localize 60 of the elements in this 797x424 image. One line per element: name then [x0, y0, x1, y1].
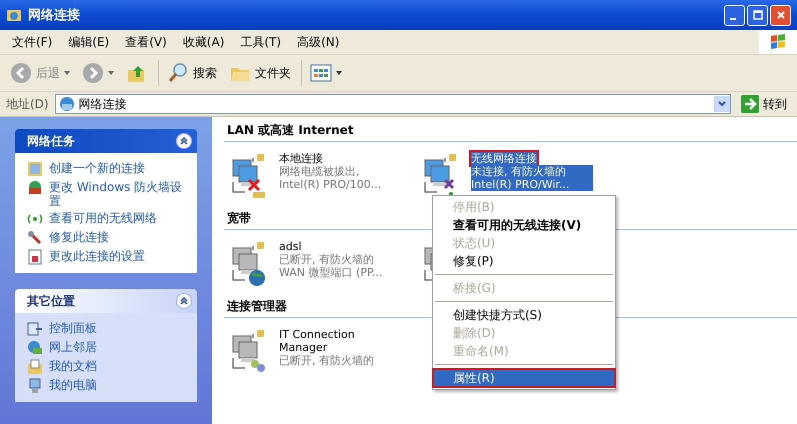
group-header: LAN 或高速 Internet: [224, 122, 797, 142]
windows-flag-icon: [768, 32, 788, 52]
minimize-button[interactable]: [724, 4, 745, 26]
panel-header[interactable]: 网络任务: [15, 129, 197, 153]
panel-header[interactable]: 其它位置: [15, 289, 197, 313]
connection-detail: Intel(R) PRO/100...: [279, 178, 382, 191]
task-link[interactable]: 查看可用的无线网络: [49, 211, 157, 225]
menu-item[interactable]: 文件(F): [4, 34, 60, 50]
address-field[interactable]: 网络连接: [54, 94, 731, 114]
task-link[interactable]: 更改 Windows 防火墙设置: [49, 180, 187, 208]
connection-name[interactable]: adsl: [279, 240, 302, 253]
right-arrow-icon: [741, 95, 759, 113]
connection-detail: 未连接, 有防火墙的: [471, 165, 593, 178]
dropdown-arrow-icon: [64, 71, 70, 75]
settings-document-icon: [27, 249, 43, 265]
computer-icon: [27, 378, 43, 394]
connection-detail: 已断开, 有防火墙的: [279, 354, 375, 367]
task-link[interactable]: 我的文档: [49, 359, 97, 373]
search-button[interactable]: 搜索: [163, 60, 221, 86]
maximize-icon: [752, 10, 762, 20]
connection-detail: WAN 微型端口 (PP...: [279, 266, 384, 279]
network-folder-icon: [6, 7, 22, 23]
globe-computer-icon: [27, 340, 43, 356]
close-button[interactable]: [770, 4, 791, 26]
window-title: 网络连接: [28, 6, 80, 24]
menu-item[interactable]: 工具(T): [232, 34, 290, 50]
menu-item[interactable]: 查看(V): [117, 34, 175, 50]
context-menu-item[interactable]: 修复(P): [433, 252, 615, 270]
context-menu-item[interactable]: 属性(R): [433, 369, 615, 387]
folders-button[interactable]: 文件夹: [225, 60, 302, 86]
menu-item[interactable]: 编辑(E): [60, 34, 118, 50]
maximize-button[interactable]: [747, 4, 768, 26]
menu-item[interactable]: 高级(N): [289, 34, 348, 50]
task-link[interactable]: 修复此连接: [49, 230, 109, 244]
task-link[interactable]: 控制面板: [49, 321, 97, 335]
address-label: 地址(D): [6, 96, 49, 112]
search-icon: [167, 62, 189, 84]
go-button[interactable]: 转到: [737, 95, 791, 113]
close-icon: [776, 10, 786, 20]
task-link[interactable]: 创建一个新的连接: [49, 161, 145, 175]
collapse-chevron-icon[interactable]: [176, 133, 192, 149]
dropdown-arrow-icon: [336, 71, 342, 75]
task-link[interactable]: 更改此连接的设置: [49, 249, 145, 263]
connection-detail: 已断开, 有防火墙的: [279, 253, 375, 266]
task-link[interactable]: 我的电脑: [49, 378, 97, 392]
documents-folder-icon: [27, 359, 43, 375]
collapse-chevron-icon[interactable]: [176, 293, 192, 309]
task-link[interactable]: 网上邻居: [49, 340, 97, 354]
menu-item[interactable]: 收藏(A): [174, 34, 232, 50]
network-globe-icon: [58, 96, 75, 112]
view-grid-icon: [310, 62, 332, 84]
connection-detail: 网络电缆被拔出,: [279, 165, 360, 178]
control-panel-icon: [27, 321, 43, 337]
connection-name[interactable]: 本地连接: [279, 152, 323, 165]
connection-name[interactable]: IT Connection Manager: [279, 328, 401, 354]
dropdown-arrow-icon: [108, 71, 114, 75]
minimize-icon: [730, 18, 736, 20]
connection-name[interactable]: 无线网络连接: [471, 152, 537, 165]
connection-detail: Intel(R) PRO/Wir...: [471, 178, 593, 191]
wrench-icon: [27, 230, 43, 246]
